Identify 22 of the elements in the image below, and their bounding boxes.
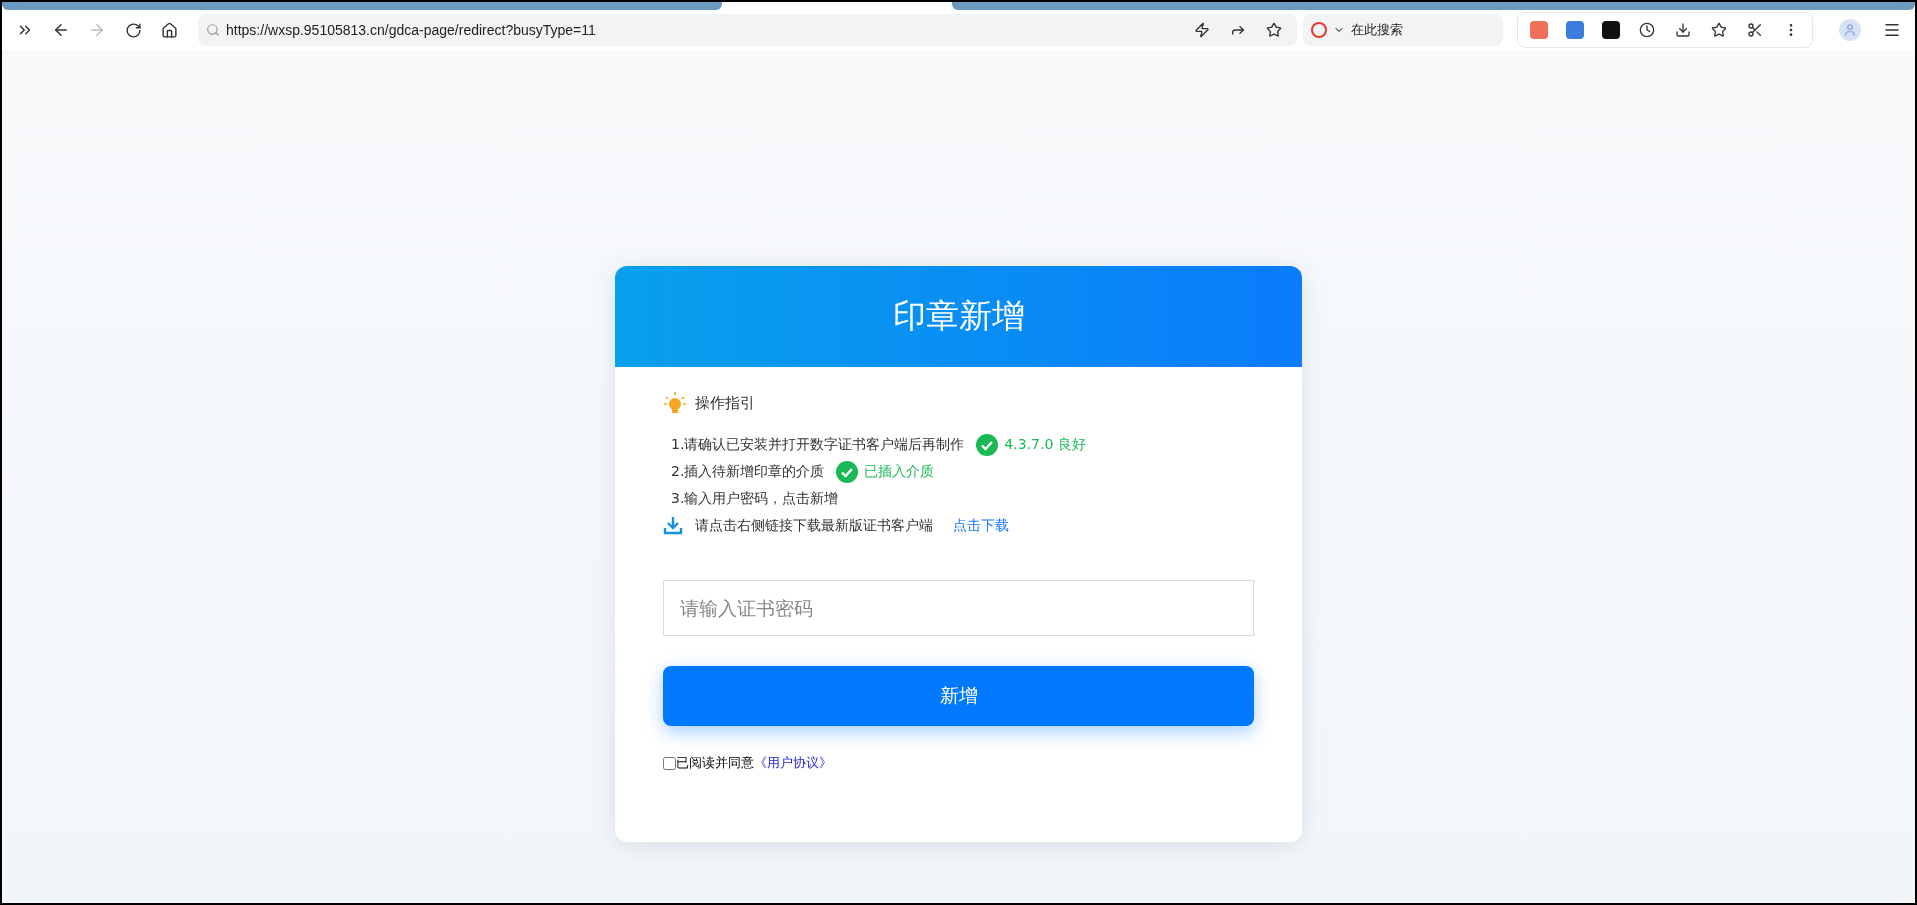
download-icon: [663, 515, 683, 536]
step-text: 2.插入待新增印章的介质: [671, 462, 825, 481]
submit-button[interactable]: 新增: [663, 666, 1254, 726]
search-engine-icon: [1311, 22, 1327, 38]
password-field[interactable]: 请输入证书密码: [663, 580, 1254, 636]
download-link[interactable]: 点击下载: [953, 516, 1009, 535]
status-text: 已插入介质: [864, 462, 935, 481]
agreement-link[interactable]: 《用户协议》: [754, 754, 832, 772]
search-placeholder: 在此搜索: [1351, 21, 1403, 39]
status-text: 4.3.7.0 良好: [1004, 435, 1086, 454]
guide-title: 操作指引: [695, 393, 755, 413]
step-text: 1.请确认已安装并打开数字证书客户端后再制作: [671, 435, 965, 454]
search-engine-box[interactable]: 在此搜索: [1303, 14, 1503, 46]
search-icon: [206, 23, 220, 37]
agreement-checkbox[interactable]: [663, 756, 676, 770]
address-bar[interactable]: https://wxsp.95105813.cn/gdca-page/redirect?busyType=11: [198, 14, 1297, 46]
url-text: https://wxsp.95105813.cn/gdca-page/redirect?busyType=11: [226, 22, 597, 38]
card-title: 印章新增: [892, 295, 1025, 337]
lightbulb-icon: [663, 391, 687, 415]
download-hint: 请点击右侧链接下载最新版证书客户端: [695, 516, 933, 535]
agreement-text: 已阅读并同意: [676, 754, 754, 772]
step-text: 3.输入用户密码，点击新增: [671, 489, 839, 508]
